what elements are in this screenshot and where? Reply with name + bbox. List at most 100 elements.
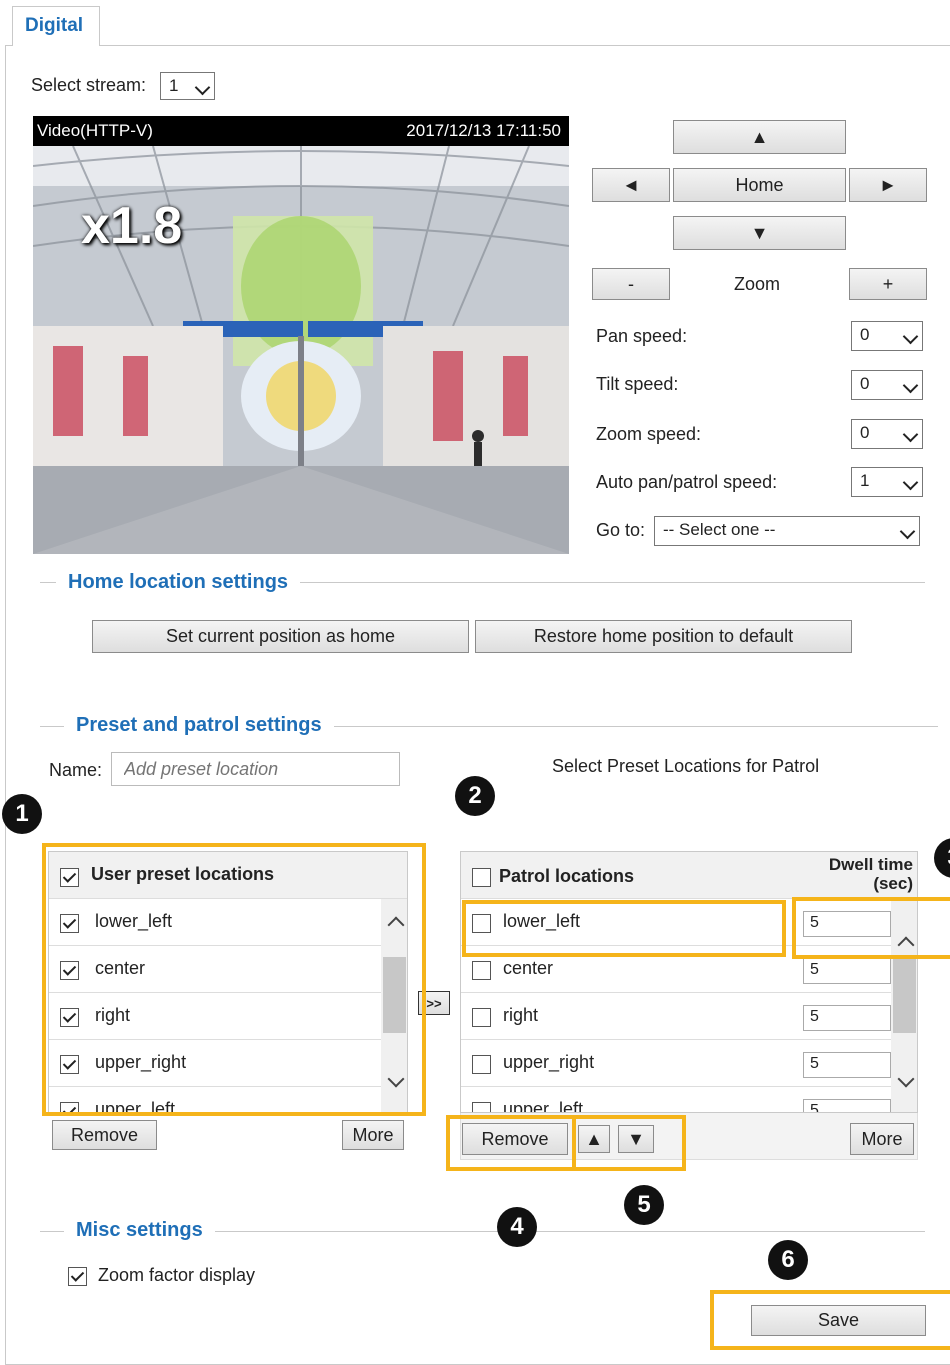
list-item-label: right	[95, 1005, 131, 1025]
ptz-up-button[interactable]: ▲	[673, 120, 846, 154]
set-home-button[interactable]: Set current position as home	[92, 620, 469, 653]
list-item-checkbox[interactable]	[60, 1055, 79, 1074]
auto-speed-label: Auto pan/patrol speed:	[596, 472, 778, 492]
goto-value: -- Select one --	[663, 520, 776, 539]
goto-select[interactable]: -- Select one --	[654, 516, 920, 546]
row-checkbox[interactable]	[472, 961, 491, 980]
more-preset-button[interactable]: More	[342, 1120, 404, 1150]
arrow-down-icon: ▼	[750, 222, 769, 243]
preset-name-label: Name:	[49, 760, 103, 780]
scroll-up-icon[interactable]	[900, 935, 912, 951]
misc-section-title: Misc settings	[64, 1219, 215, 1242]
patrol-location-name: right	[503, 1005, 539, 1025]
list-item[interactable]: center	[49, 946, 381, 993]
list-item-checkbox[interactable]	[60, 914, 79, 933]
table-row[interactable]: right 5	[461, 993, 891, 1040]
tilt-speed-select[interactable]: 0	[851, 370, 923, 400]
patrol-header-label: Patrol locations	[499, 866, 635, 886]
callout-badge-5: 5	[624, 1185, 664, 1225]
list-item[interactable]: right	[49, 993, 381, 1040]
row-checkbox[interactable]	[472, 1102, 491, 1112]
ptz-down-button[interactable]: ▼	[673, 216, 846, 250]
chevron-down-icon	[902, 325, 919, 351]
scroll-up-icon[interactable]	[390, 915, 402, 931]
auto-speed-select[interactable]: 1	[851, 467, 923, 497]
patrol-location-name: upper_left	[503, 1099, 584, 1113]
list-item-checkbox[interactable]	[60, 961, 79, 980]
more-label: More	[352, 1124, 394, 1145]
zoom-speed-label: Zoom speed:	[596, 424, 702, 444]
row-checkbox[interactable]	[472, 1008, 491, 1027]
save-button[interactable]: Save	[751, 1305, 926, 1336]
pan-speed-select[interactable]: 0	[851, 321, 923, 351]
callout-badge-2: 2	[455, 776, 495, 816]
more-patrol-button[interactable]: More	[850, 1123, 914, 1155]
row-checkbox[interactable]	[472, 914, 491, 933]
video-viewer[interactable]: Video(HTTP-V) 2017/12/13 17:11:50 x1.8	[33, 116, 569, 554]
add-to-patrol-button[interactable]: >>	[418, 991, 450, 1015]
list-item[interactable]: upper_right	[49, 1040, 381, 1087]
user-preset-header: User preset locations	[49, 852, 407, 899]
ptz-home-button[interactable]: Home	[673, 168, 846, 202]
patrol-location-name: center	[503, 958, 554, 978]
table-row[interactable]: lower_left 5	[461, 899, 891, 946]
dwell-time-input[interactable]: 5	[803, 1052, 891, 1078]
transfer-label: >>	[426, 995, 442, 1011]
table-row[interactable]: upper_right 5	[461, 1040, 891, 1087]
table-row[interactable]: center 5	[461, 946, 891, 993]
dwell-time-input[interactable]: 5	[803, 958, 891, 984]
save-label: Save	[817, 1310, 860, 1330]
set-home-label: Set current position as home	[165, 626, 396, 646]
chevron-down-icon	[902, 374, 919, 400]
dwell-header-line2: (sec)	[873, 874, 913, 893]
video-timestamp: 2017/12/13 17:11:50	[406, 121, 561, 140]
stream-value: 1	[169, 76, 179, 95]
dwell-time-input[interactable]: 5	[803, 1005, 891, 1031]
restore-home-button[interactable]: Restore home position to default	[475, 620, 852, 653]
zoom-out-button[interactable]: -	[592, 268, 670, 300]
move-up-button[interactable]: ▲	[578, 1125, 610, 1153]
stream-select[interactable]: 1	[160, 72, 215, 100]
patrol-list: Patrol locations Dwell time (sec) lower_…	[460, 851, 918, 1113]
arrow-down-icon: ▼	[627, 1128, 645, 1149]
callout-badge-4: 4	[497, 1207, 537, 1247]
scrollbar-thumb[interactable]	[893, 957, 916, 1033]
tab-digital[interactable]: Digital	[12, 6, 100, 46]
zoom-factor-display-checkbox[interactable]	[68, 1267, 87, 1286]
remove-label: Remove	[481, 1128, 549, 1149]
list-item-checkbox[interactable]	[60, 1102, 79, 1112]
zoom-label: Zoom	[734, 274, 781, 294]
remove-preset-button[interactable]: Remove	[52, 1120, 157, 1150]
list-item-checkbox[interactable]	[60, 1008, 79, 1027]
dwell-time-header: Dwell time (sec)	[829, 855, 913, 893]
scroll-down-icon[interactable]	[900, 1077, 912, 1085]
move-down-button[interactable]: ▼	[618, 1125, 654, 1153]
user-preset-select-all-checkbox[interactable]	[60, 868, 79, 887]
table-row[interactable]: upper_left 5	[461, 1087, 891, 1113]
list-item[interactable]: lower_left	[49, 899, 381, 946]
arrow-left-icon: ◄	[622, 174, 640, 195]
list-item[interactable]: upper_left	[49, 1087, 381, 1112]
scrollbar-thumb[interactable]	[383, 957, 406, 1033]
patrol-header: Patrol locations Dwell time (sec)	[461, 852, 917, 899]
list-item-label: upper_right	[95, 1052, 187, 1072]
dwell-time-input[interactable]: 5	[803, 1099, 891, 1112]
ptz-right-button[interactable]: ►	[849, 168, 927, 202]
ptz-left-button[interactable]: ◄	[592, 168, 670, 202]
preset-name-input[interactable]	[111, 752, 400, 786]
patrol-select-all-checkbox[interactable]	[472, 868, 491, 887]
scroll-down-icon[interactable]	[390, 1077, 402, 1085]
dwell-time-input[interactable]: 5	[803, 911, 891, 937]
tilt-speed-label: Tilt speed:	[596, 374, 679, 394]
pan-speed-value: 0	[860, 325, 870, 344]
zoom-in-button[interactable]: +	[849, 268, 927, 300]
remove-patrol-button[interactable]: Remove	[462, 1123, 568, 1155]
chevron-down-icon	[194, 76, 211, 102]
zoom-speed-select[interactable]: 0	[851, 419, 923, 449]
patrol-location-name: lower_left	[503, 911, 581, 931]
patrol-scrollbar[interactable]	[891, 899, 917, 1112]
row-checkbox[interactable]	[472, 1055, 491, 1074]
tilt-speed-value: 0	[860, 374, 870, 393]
zoom-factor-overlay: x1.8	[81, 197, 183, 255]
user-preset-scrollbar[interactable]	[381, 899, 407, 1112]
